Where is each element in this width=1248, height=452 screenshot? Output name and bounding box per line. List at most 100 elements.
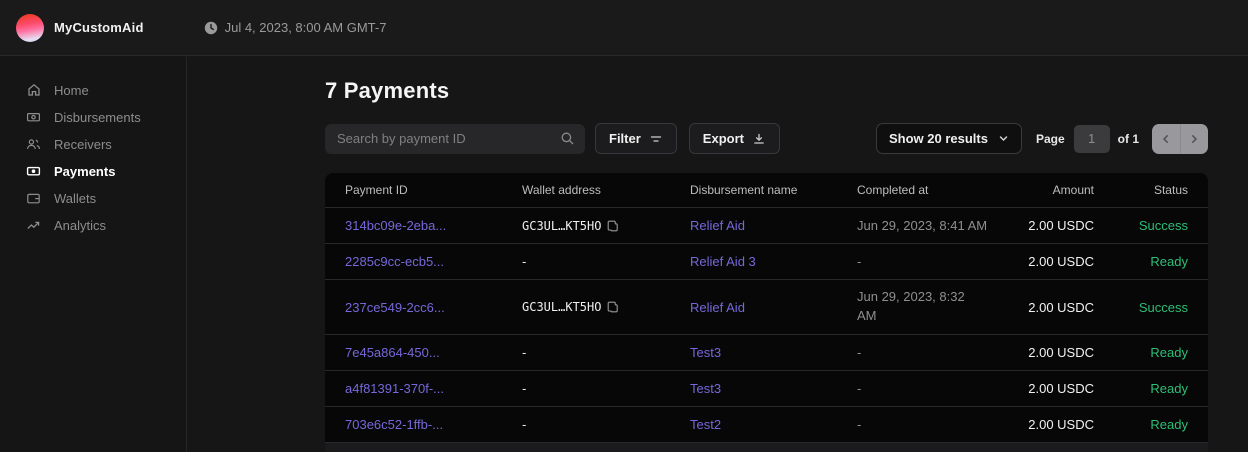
column-header-completed-at: Completed at: [857, 183, 1017, 197]
sidebar-item-label: Payments: [54, 164, 115, 179]
status-badge: Ready: [1094, 254, 1188, 269]
search-input[interactable]: [325, 124, 585, 154]
amount: 2.00 USDC: [1017, 417, 1094, 432]
results-per-page-select[interactable]: Show 20 results: [876, 123, 1022, 154]
table-row: 237ce549-2cc6... GC3UL…KT5HO Relief Aid …: [325, 279, 1208, 334]
completed-at: -: [857, 254, 1017, 269]
sidebar-item-payments[interactable]: Payments: [0, 158, 186, 184]
column-header-status: Status: [1094, 183, 1188, 197]
app-logo: [16, 14, 44, 42]
status-badge: Success: [1094, 218, 1188, 233]
previous-page-button[interactable]: [1152, 124, 1181, 154]
table-row: 314bc09e-2eba... GC3UL…KT5HO Relief Aid …: [325, 207, 1208, 243]
pager: [1152, 124, 1208, 154]
payment-id-link[interactable]: 237ce549-2cc6...: [345, 300, 445, 315]
analytics-icon: [26, 218, 41, 233]
toolbar: Filter Export Show 20 results Page: [325, 123, 1208, 154]
disbursement-name-link[interactable]: Test2: [690, 417, 721, 432]
pagination-controls: Show 20 results Page of 1: [876, 123, 1208, 154]
page-title: 7 Payments: [325, 78, 1208, 104]
wallets-icon: [26, 191, 41, 206]
main-content: 7 Payments Filter Export: [188, 57, 1248, 452]
brand-name: MyCustomAid: [54, 20, 144, 35]
status-badge: Ready: [1094, 417, 1188, 432]
amount: 2.00 USDC: [1017, 345, 1094, 360]
disbursement-name-link[interactable]: Relief Aid: [690, 300, 745, 315]
filter-icon: [649, 132, 663, 146]
table-header-row: Payment ID Wallet address Disbursement n…: [325, 173, 1208, 207]
sidebar-item-receivers[interactable]: Receivers: [0, 131, 186, 157]
sidebar-item-home[interactable]: Home: [0, 77, 186, 103]
payment-id-link[interactable]: 703e6c52-1ffb-...: [345, 417, 443, 432]
sidebar-item-wallets[interactable]: Wallets: [0, 185, 186, 211]
sidebar-item-disbursements[interactable]: Disbursements: [0, 104, 186, 130]
next-page-button[interactable]: [1181, 124, 1209, 154]
table-row: a4f81391-370f-... - Test3 - 2.00 USDC Re…: [325, 370, 1208, 406]
export-button-label: Export: [703, 131, 744, 146]
copy-icon[interactable]: [607, 301, 619, 313]
payments-icon: [26, 164, 41, 179]
completed-at: Jun 29, 2023, 8:32 AM: [857, 288, 975, 326]
table-row: 703e6c52-1ffb-... - Test2 - 2.00 USDC Re…: [325, 406, 1208, 442]
status-badge: Ready: [1094, 345, 1188, 360]
search-icon: [560, 131, 575, 151]
search-box: [325, 124, 585, 154]
amount: 2.00 USDC: [1017, 218, 1094, 233]
chevron-right-icon: [1189, 134, 1199, 144]
current-datetime: Jul 4, 2023, 8:00 AM GMT-7: [204, 20, 387, 35]
payment-id-link[interactable]: 314bc09e-2eba...: [345, 218, 446, 233]
disbursements-icon: [26, 110, 41, 125]
payment-id-link[interactable]: 7e45a864-450...: [345, 345, 440, 360]
topbar: MyCustomAid Jul 4, 2023, 8:00 AM GMT-7: [0, 0, 1248, 56]
disbursement-name-link[interactable]: Relief Aid 3: [690, 254, 756, 269]
filter-button-label: Filter: [609, 131, 641, 146]
chevron-down-icon: [998, 133, 1009, 144]
sidebar-item-label: Receivers: [54, 137, 112, 152]
datetime-text: Jul 4, 2023, 8:00 AM GMT-7: [225, 20, 387, 35]
table-row: 7e45a864-450... - Test3 - 2.00 USDC Read…: [325, 334, 1208, 370]
wallet-address: -: [522, 417, 690, 432]
amount: 2.00 USDC: [1017, 300, 1094, 315]
page-number-input[interactable]: [1074, 125, 1110, 153]
completed-at: -: [857, 417, 1017, 432]
wallet-address: GC3UL…KT5HO: [522, 219, 601, 233]
sidebar: Home Disbursements Receivers Payments Wa…: [0, 57, 187, 452]
disbursement-name-link[interactable]: Relief Aid: [690, 218, 745, 233]
amount: 2.00 USDC: [1017, 254, 1094, 269]
completed-at: Jun 29, 2023, 8:41 AM: [857, 218, 1017, 233]
wallet-address: -: [522, 254, 690, 269]
download-icon: [752, 132, 766, 146]
table-row-partial: [325, 442, 1208, 452]
column-header-disbursement-name: Disbursement name: [690, 183, 857, 197]
status-badge: Success: [1094, 300, 1188, 315]
disbursement-name-link[interactable]: Test3: [690, 345, 721, 360]
sidebar-item-analytics[interactable]: Analytics: [0, 212, 186, 238]
chevron-left-icon: [1161, 134, 1171, 144]
disbursement-name-link[interactable]: Test3: [690, 381, 721, 396]
table-row: 2285c9cc-ecb5... - Relief Aid 3 - 2.00 U…: [325, 243, 1208, 279]
page-count-label: of 1: [1118, 132, 1139, 146]
payments-table: Payment ID Wallet address Disbursement n…: [325, 173, 1208, 452]
copy-icon[interactable]: [607, 220, 619, 232]
sidebar-item-label: Analytics: [54, 218, 106, 233]
status-badge: Ready: [1094, 381, 1188, 396]
sidebar-item-label: Home: [54, 83, 89, 98]
column-header-amount: Amount: [1017, 183, 1094, 197]
page-label: Page: [1036, 132, 1065, 146]
receivers-icon: [26, 137, 41, 152]
wallet-address: -: [522, 345, 690, 360]
amount: 2.00 USDC: [1017, 381, 1094, 396]
completed-at: -: [857, 381, 1017, 396]
export-button[interactable]: Export: [689, 123, 780, 154]
completed-at: -: [857, 345, 1017, 360]
sidebar-item-label: Disbursements: [54, 110, 141, 125]
wallet-address: -: [522, 381, 690, 396]
payment-id-link[interactable]: 2285c9cc-ecb5...: [345, 254, 444, 269]
sidebar-item-label: Wallets: [54, 191, 96, 206]
column-header-wallet-address: Wallet address: [522, 183, 690, 197]
filter-button[interactable]: Filter: [595, 123, 677, 154]
wallet-address: GC3UL…KT5HO: [522, 300, 601, 314]
home-icon: [26, 83, 41, 98]
clock-icon: [204, 21, 218, 35]
payment-id-link[interactable]: a4f81391-370f-...: [345, 381, 444, 396]
